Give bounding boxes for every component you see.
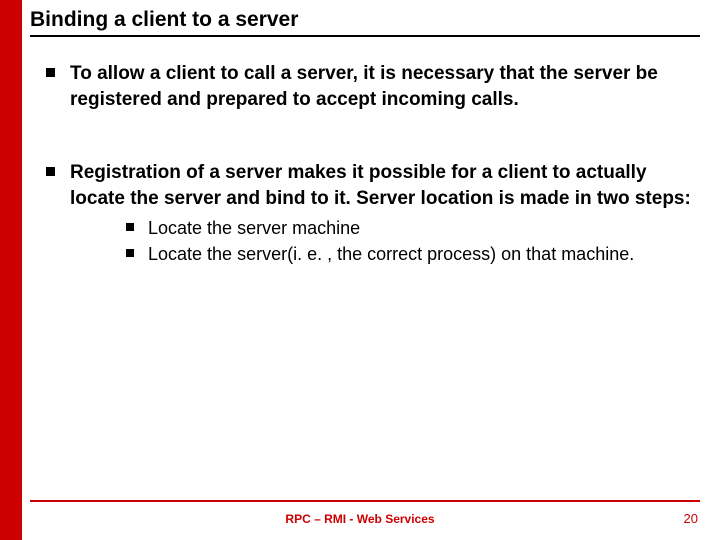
bullet-item: To allow a client to call a server, it i… (46, 61, 700, 112)
bullet-text: To allow a client to call a server, it i… (70, 63, 658, 110)
sub-bullet-item: Locate the server(i. e. , the correct pr… (126, 242, 700, 266)
bullet-list: To allow a client to call a server, it i… (30, 61, 700, 266)
slide-sidebar (0, 0, 22, 540)
footer-divider (30, 500, 700, 502)
slide-title: Binding a client to a server (30, 8, 700, 35)
slide-content: Binding a client to a server To allow a … (22, 0, 720, 540)
sub-bullet-list: Locate the server machine Locate the ser… (70, 216, 700, 267)
title-underline (30, 35, 700, 37)
footer-title: RPC – RMI - Web Services (0, 512, 720, 526)
page-number: 20 (684, 511, 698, 526)
bullet-item: Registration of a server makes it possib… (46, 160, 700, 266)
sub-bullet-text: Locate the server(i. e. , the correct pr… (148, 244, 634, 264)
sub-bullet-text: Locate the server machine (148, 218, 360, 238)
bullet-text: Registration of a server makes it possib… (70, 162, 691, 209)
sub-bullet-item: Locate the server machine (126, 216, 700, 240)
